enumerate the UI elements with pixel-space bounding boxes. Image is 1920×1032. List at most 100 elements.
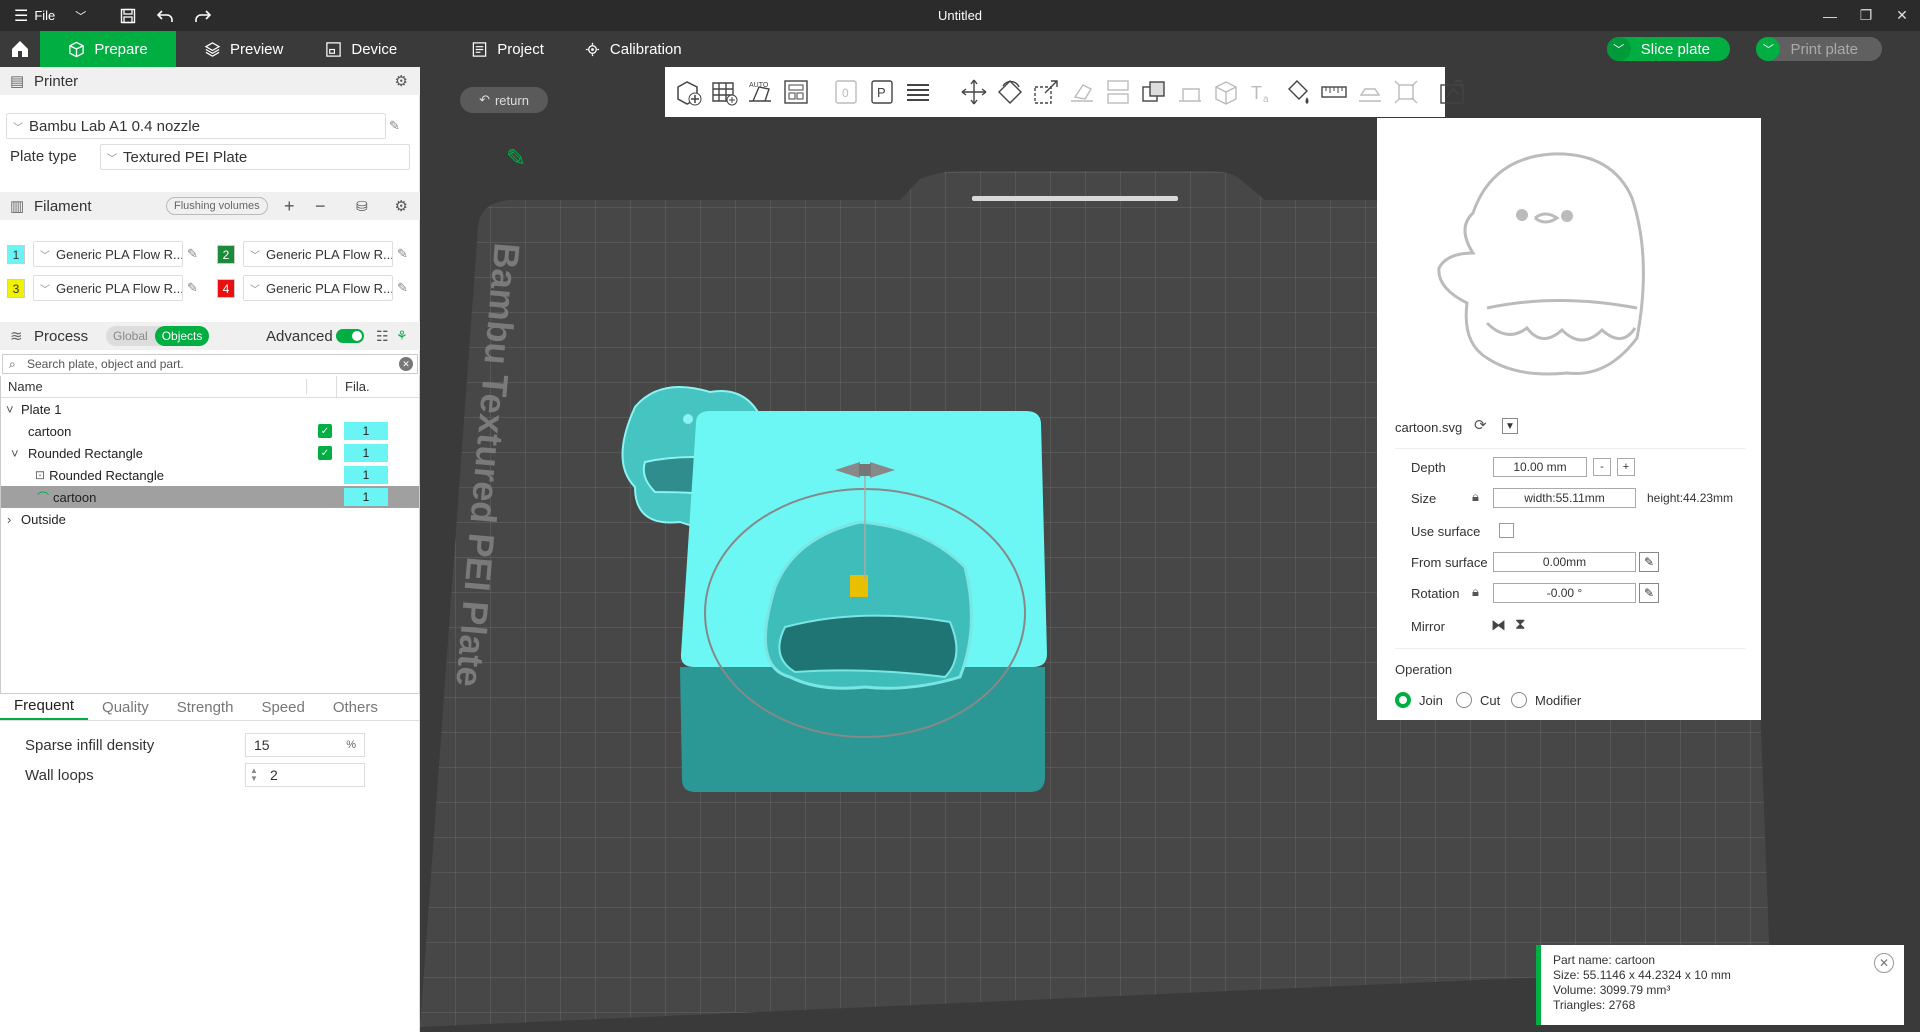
chevron-down-icon[interactable]: ﹀ [65,0,96,31]
chevron-down-icon[interactable]: ﹀ [1606,37,1631,61]
global-toggle[interactable]: Global [106,326,155,346]
flushing-volumes-button[interactable]: Flushing volumes [166,197,268,215]
filament-slot-number[interactable]: 2 [217,245,235,264]
tab-speed[interactable]: Speed [247,699,318,720]
column-name[interactable]: Name [1,379,307,394]
objects-toggle[interactable]: Objects [154,326,210,346]
split-parts-icon[interactable]: P [867,73,897,111]
filament-select[interactable]: ﹀ Generic PLA Flow R... [243,241,393,267]
printer-select[interactable]: ﹀ Bambu Lab A1 0.4 nozzle [6,113,386,139]
close-icon[interactable]: ✕ [1884,0,1920,31]
remove-filament-icon[interactable]: − [315,196,326,217]
spin-arrows-icon[interactable]: ▲ ▼ [250,767,258,783]
tab-device[interactable]: Device [309,31,413,67]
tree-row-outside[interactable]: › Outside [1,508,419,530]
decrease-depth-button[interactable]: - [1593,458,1611,476]
edit-icon[interactable]: ✎ [397,246,413,262]
search-input[interactable]: ⌕ Search plate, object and part. ✕ [2,354,418,374]
tab-strength[interactable]: Strength [163,699,248,720]
settings-compare-icon[interactable]: ⚘ [396,328,408,344]
lock-icon[interactable]: 🔒︎ [1472,584,1479,600]
slice-plate-button[interactable]: ﹀ Slice plate [1606,37,1730,61]
tree-row-part[interactable]: ⊡ Rounded Rectangle 1 [1,464,419,486]
print-plate-button[interactable]: ﹀ Print plate [1756,37,1882,61]
auto-orient-icon[interactable]: AUTO [745,73,775,111]
edit-icon[interactable]: ✎ [1639,552,1659,572]
filament-badge[interactable]: 1 [344,466,388,484]
cut-icon[interactable] [1103,73,1133,111]
tree-row-part-selected[interactable]: ⌒ cartoon 1 [1,486,419,508]
expand-icon[interactable]: › [1,512,19,527]
column-fila[interactable]: Fila. [337,379,370,394]
tab-frequent[interactable]: Frequent [0,697,89,720]
chevron-down-icon[interactable]: ﹀ [1756,37,1781,61]
tab-calibration[interactable]: Calibration [568,31,698,67]
list-icon[interactable]: ☷ [376,328,389,345]
filament-sync-icon[interactable]: ⛁ [356,198,368,215]
color-paint-icon[interactable] [1283,73,1313,111]
filament-slot-number[interactable]: 3 [7,279,25,298]
filament-select[interactable]: ﹀ Generic PLA Flow R... [243,275,393,301]
tab-others[interactable]: Others [319,699,392,720]
filament-select[interactable]: ﹀ Generic PLA Flow R... [33,241,183,267]
add-plate-icon[interactable] [709,73,739,111]
wall-loops-input[interactable]: ▲ ▼ 2 [245,763,365,787]
undo-icon[interactable] [146,0,184,31]
move-icon[interactable] [959,73,989,111]
mirror-vertical-icon[interactable]: ⧗ [1515,616,1526,633]
restore-icon[interactable]: ❐ [1848,0,1884,31]
filament-badge[interactable]: 1 [344,488,388,506]
lay-on-face-icon[interactable] [1067,73,1097,111]
save-icon[interactable] [110,0,146,31]
mirror-horizontal-icon[interactable]: ⧓ [1491,616,1506,634]
tab-preview[interactable]: Preview [188,31,299,67]
layers-editing-icon[interactable] [903,73,933,111]
modifier-radio[interactable] [1511,692,1527,708]
collapse-icon[interactable]: ˅ [1,446,19,461]
assembly-icon[interactable] [1355,73,1385,111]
depth-input[interactable]: 10.00 mm [1493,457,1587,477]
filament-badge[interactable]: 1 [344,422,388,440]
text-icon[interactable]: Ta [1247,73,1277,111]
home-icon[interactable] [0,31,40,67]
edit-icon[interactable]: ✎ [187,280,203,296]
plate-type-select[interactable]: ﹀ Textured PEI Plate [100,144,410,170]
checkbox-checked-icon[interactable]: ✓ [318,446,332,460]
collapse-icon[interactable]: ˅ [1,402,19,417]
redo-icon[interactable] [184,0,222,31]
clear-search-icon[interactable]: ✕ [399,357,413,371]
filament-slot-number[interactable]: 1 [7,245,25,264]
tab-quality[interactable]: Quality [88,699,163,720]
edit-icon[interactable]: ✎ [397,280,413,296]
arrange-icon[interactable] [781,73,811,111]
checkbox-checked-icon[interactable]: ✓ [318,424,332,438]
tree-row-object[interactable]: ˅ Rounded Rectangle ✓ 1 [1,442,419,464]
join-radio[interactable] [1395,692,1411,708]
reload-icon[interactable]: ⟳ [1474,416,1487,434]
add-filament-icon[interactable]: + [284,196,295,217]
minimize-icon[interactable]: — [1812,0,1848,31]
increase-depth-button[interactable]: + [1617,458,1635,476]
gear-icon[interactable]: ⚙ [395,72,408,90]
rotation-input[interactable]: -0.00 ° [1493,583,1636,603]
edit-icon[interactable]: ✎ [187,246,203,262]
advanced-switch[interactable] [336,329,364,343]
fit-view-icon[interactable] [1391,73,1421,111]
edit-icon[interactable]: ✎ [389,118,405,134]
scale-icon[interactable] [1031,73,1061,111]
global-objects-toggle[interactable]: Global Objects [106,326,210,346]
support-paint-icon[interactable] [1175,73,1205,111]
dropdown-icon[interactable]: ▼ [1502,418,1518,434]
filament-badge[interactable]: 1 [344,444,388,462]
boolean-icon[interactable] [1139,73,1169,111]
return-button[interactable]: ↶ return [460,87,548,113]
close-icon[interactable]: ✕ [1874,953,1894,973]
seam-paint-icon[interactable] [1211,73,1241,111]
tab-prepare[interactable]: Prepare [40,31,176,67]
from-surface-input[interactable]: 0.00mm [1493,552,1636,572]
tree-row-object[interactable]: cartoon ✓ 1 [1,420,419,442]
file-menu[interactable]: ☰ File [0,0,65,31]
sparse-infill-input[interactable]: 15 % [245,733,365,757]
cut-radio[interactable] [1456,692,1472,708]
advanced-tools-icon[interactable] [1437,73,1467,111]
